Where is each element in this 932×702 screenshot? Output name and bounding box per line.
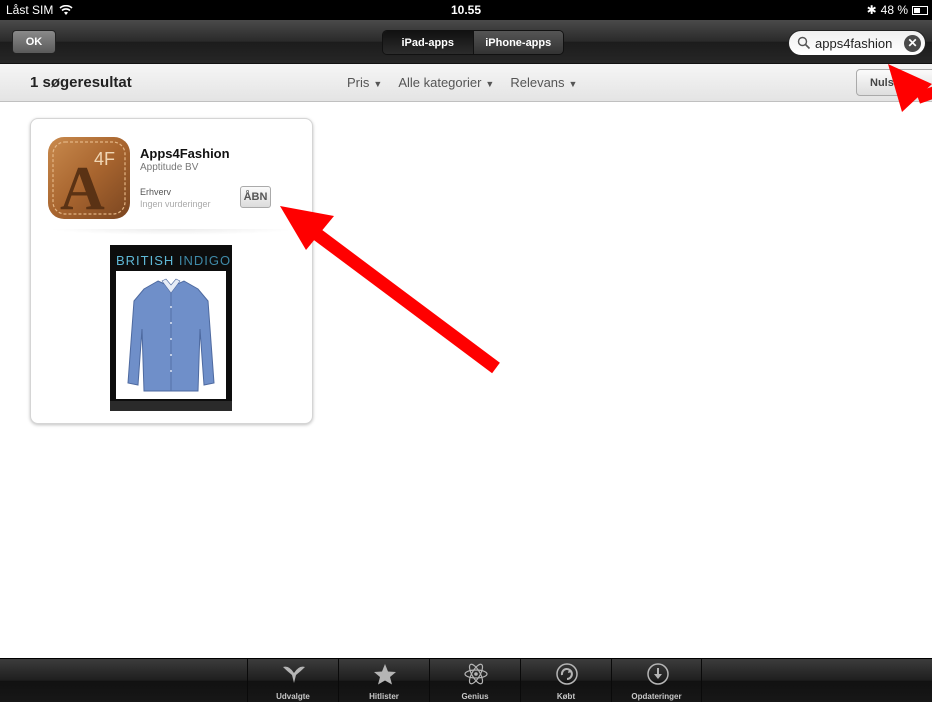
brand-part-1: BRITISH	[116, 253, 175, 268]
bluetooth-icon: ✱	[866, 3, 877, 17]
ok-button[interactable]: OK	[12, 30, 56, 54]
open-app-button[interactable]: ÅBN	[240, 186, 271, 208]
screenshot-brand: BRITISH INDIGO	[116, 253, 231, 268]
dropdown-triangle-icon: ▼	[568, 79, 578, 89]
tab-top-charts-label: Hitlister	[369, 692, 399, 701]
device-segmented-control: iPad-apps iPhone-apps	[382, 30, 564, 55]
screenshot-bottom-bar	[110, 401, 232, 411]
battery-percent: 48 %	[880, 3, 908, 17]
star-icon	[374, 664, 396, 685]
navigation-bar: OK iPad-apps iPhone-apps apps4fashion ✕	[0, 20, 932, 64]
app-rating: Ingen vurderinger	[140, 199, 211, 209]
reset-button[interactable]: Nulstil	[856, 69, 932, 96]
app-result-card[interactable]: A 4F Apps4Fashion Apptitude BV Erhverv I…	[30, 118, 313, 424]
filter-category-label: Alle kategorier	[398, 75, 482, 90]
search-input[interactable]: apps4fashion	[815, 36, 904, 51]
card-divider	[48, 229, 298, 235]
tab-genius-label: Genius	[461, 692, 489, 701]
filter-category[interactable]: Alle kategorier ▼	[398, 75, 494, 90]
clear-search-icon[interactable]: ✕	[904, 34, 921, 52]
tab-featured[interactable]: Udvalgte	[247, 659, 338, 702]
app-developer: Apptitude BV	[140, 162, 199, 173]
tab-genius[interactable]: Genius	[429, 659, 520, 702]
tab-purchased[interactable]: Købt	[520, 659, 611, 702]
brand-part-2: INDIGO	[178, 253, 232, 268]
filter-relevance-label: Relevans	[510, 75, 565, 90]
filter-relevance[interactable]: Relevans ▼	[510, 75, 577, 90]
result-count: 1 søgeresultat	[30, 74, 132, 91]
tab-bar: Udvalgte Hitlister Genius Købt Opdaterin…	[0, 658, 932, 702]
tab-updates-label: Opdateringer	[631, 692, 682, 701]
atom-icon	[464, 663, 488, 685]
filter-price[interactable]: Pris ▼	[347, 75, 382, 90]
shirt-image	[127, 278, 215, 392]
app-screenshot[interactable]: BRITISH INDIGO	[110, 245, 232, 411]
tab-updates[interactable]: Opdateringer	[611, 659, 702, 702]
app-name[interactable]: Apps4Fashion	[140, 146, 230, 161]
battery-icon	[912, 5, 928, 15]
filter-group: Pris ▼ Alle kategorier ▼ Relevans ▼	[347, 75, 577, 90]
purchased-icon	[556, 663, 578, 685]
featured-icon	[283, 666, 305, 683]
search-icon	[797, 36, 811, 50]
app-icon-badge: 4F	[94, 149, 115, 169]
app-icon[interactable]: A 4F	[48, 137, 130, 219]
clock: 10.55	[450, 3, 482, 17]
battery-fill	[914, 7, 920, 13]
segment-iphone-apps[interactable]: iPhone-apps	[472, 31, 563, 54]
status-bar: Låst SIM 10.55 ✱ 48 %	[0, 0, 932, 20]
results-toolbar: 1 søgeresultat Pris ▼ Alle kategorier ▼ Re…	[0, 64, 932, 102]
tab-top-charts[interactable]: Hitlister	[338, 659, 429, 702]
dropdown-triangle-icon: ▼	[373, 79, 383, 89]
search-field[interactable]: apps4fashion ✕	[788, 30, 926, 56]
filter-price-label: Pris	[347, 75, 370, 90]
segment-ipad-apps[interactable]: iPad-apps	[383, 31, 473, 54]
screenshot-content	[116, 271, 226, 399]
tab-purchased-label: Købt	[556, 692, 576, 701]
dropdown-triangle-icon: ▼	[485, 79, 495, 89]
tab-featured-label: Udvalgte	[276, 692, 310, 701]
app-category: Erhverv	[140, 187, 172, 197]
download-icon	[647, 663, 669, 685]
